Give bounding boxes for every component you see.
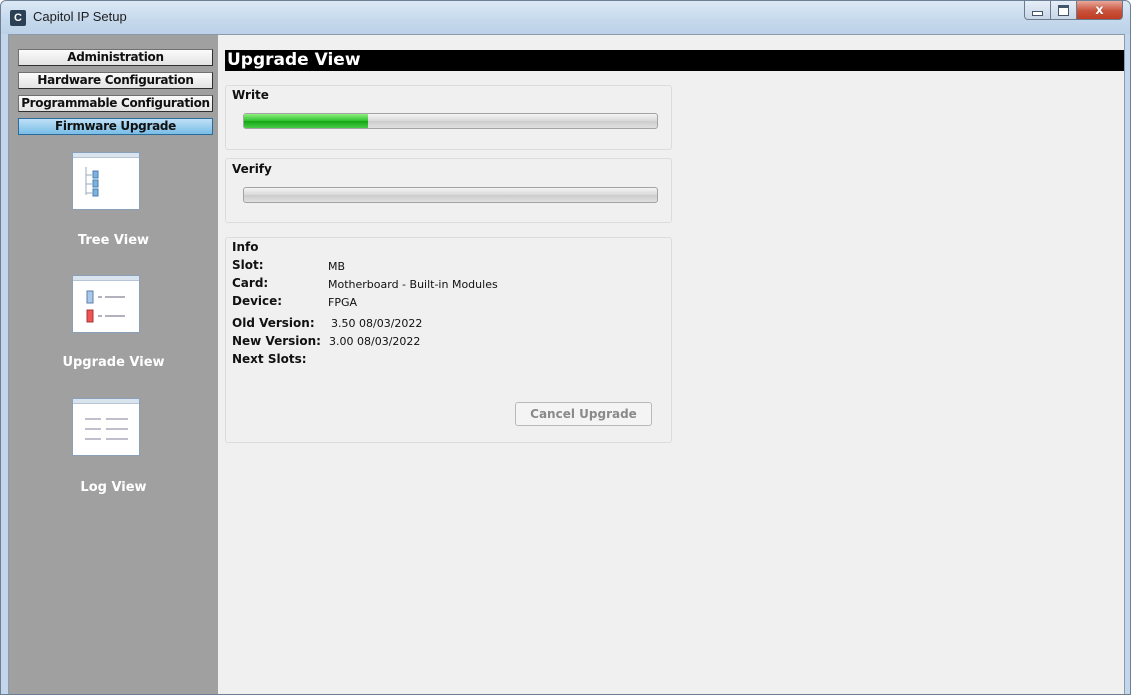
close-button[interactable]: x	[1077, 1, 1123, 20]
page-title: Upgrade View	[225, 50, 1124, 71]
info-key: Card:	[232, 276, 269, 290]
write-progress-fill	[244, 114, 368, 128]
info-group: Info Slot: MB Card: Motherboard - Built-in…	[225, 237, 672, 443]
info-row-card: Card: Motherboard - Built-in Modules	[232, 276, 498, 291]
main-panel: Upgrade View Write Verify Info Slot: MB C…	[218, 35, 1124, 694]
write-label: Write	[232, 88, 269, 102]
maximize-icon	[1058, 4, 1069, 16]
info-value: Motherboard - Built-in Modules	[328, 278, 498, 291]
tree-view-label[interactable]: Tree View	[9, 233, 218, 248]
close-icon: x	[1095, 2, 1104, 18]
write-group: Write	[225, 85, 672, 150]
write-progress-bar	[243, 113, 658, 129]
verify-group: Verify	[225, 158, 672, 223]
info-row-old-version: Old Version: 3.50 08/03/2022	[232, 316, 422, 330]
cancel-upgrade-button[interactable]: Cancel Upgrade	[515, 402, 652, 426]
minimize-button[interactable]	[1024, 1, 1051, 20]
info-row-new-version: New Version: 3.00 08/03/2022	[232, 334, 420, 348]
minimize-icon	[1032, 11, 1043, 16]
info-key: Slot:	[232, 258, 264, 272]
info-value: 3.00 08/03/2022	[329, 335, 421, 348]
nav-firmware-upgrade-button[interactable]: Firmware Upgrade	[18, 118, 213, 135]
info-key: New Version:	[232, 334, 321, 348]
verify-progress-bar	[243, 187, 658, 203]
window-title: Capitol IP Setup	[33, 9, 127, 24]
info-row-device: Device: FPGA	[232, 294, 357, 309]
upgrade-view-icon[interactable]	[72, 275, 140, 333]
sidebar: Administration Hardware Configuration Pr…	[9, 35, 218, 694]
app-icon: C	[10, 10, 26, 26]
info-value: MB	[328, 260, 346, 273]
info-row-next-slots: Next Slots:	[232, 352, 307, 366]
title-bar[interactable]: C Capitol IP Setup x	[1, 1, 1130, 34]
info-key: Device:	[232, 294, 283, 308]
client-area: Administration Hardware Configuration Pr…	[8, 34, 1125, 694]
maximize-button[interactable]	[1051, 1, 1077, 20]
info-label: Info	[232, 240, 259, 254]
verify-label: Verify	[232, 162, 272, 176]
log-view-label[interactable]: Log View	[9, 480, 218, 495]
nav-hardware-configuration-button[interactable]: Hardware Configuration	[18, 72, 213, 89]
upgrade-view-label[interactable]: Upgrade View	[9, 355, 218, 370]
info-key: Old Version:	[232, 316, 315, 330]
info-key: Next Slots:	[232, 352, 307, 366]
window-controls: x	[1024, 1, 1123, 22]
info-value: FPGA	[328, 296, 358, 309]
app-window: C Capitol IP Setup x Administration Hard…	[0, 0, 1131, 695]
info-row-slot: Slot: MB	[232, 258, 345, 273]
nav-administration-button[interactable]: Administration	[18, 49, 213, 66]
nav-programmable-configuration-button[interactable]: Programmable Configuration	[18, 95, 213, 112]
tree-view-icon[interactable]	[72, 152, 140, 210]
info-value: 3.50 08/03/2022	[331, 317, 423, 330]
log-view-icon[interactable]	[72, 398, 140, 456]
